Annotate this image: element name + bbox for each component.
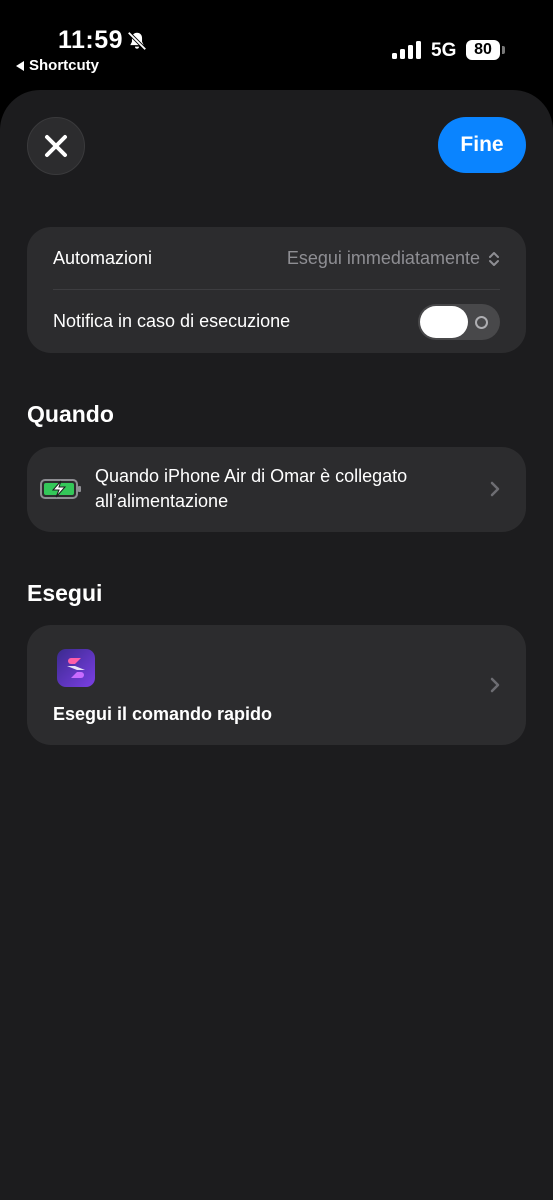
back-app-label: Shortcuty <box>29 57 100 74</box>
notify-toggle[interactable] <box>418 303 500 340</box>
automation-mode-label: Automazioni <box>53 248 153 268</box>
settings-card: Automazioni Esegui immediatamente Notifi… <box>27 227 526 353</box>
cellular-signal-icon <box>392 41 421 59</box>
silent-bell-icon <box>127 31 147 51</box>
chevron-right-icon <box>490 677 500 693</box>
status-time: 11:59 <box>58 26 124 54</box>
battery-indicator: 80 <box>466 40 500 60</box>
toggle-knob <box>420 305 468 338</box>
automation-mode-row[interactable]: Automazioni Esegui immediatamente <box>53 227 500 290</box>
action-label: Esegui il comando rapido <box>53 704 273 724</box>
automation-sheet: Fine Automazioni Esegui immediatamente N… <box>0 90 553 1200</box>
battery-charging-icon <box>40 479 81 499</box>
battery-level: 80 <box>474 41 492 58</box>
close-icon <box>45 135 67 157</box>
action-row[interactable]: Esegui il comando rapido <box>27 625 526 745</box>
when-section-title: Quando <box>27 401 114 427</box>
battery-tip <box>502 46 505 54</box>
network-type: 5G <box>431 40 457 61</box>
chevron-right-icon <box>490 481 500 497</box>
notify-label: Notifica in caso di esecuzione <box>53 311 291 331</box>
close-button[interactable] <box>27 117 85 175</box>
toggle-off-indicator-icon <box>475 315 488 329</box>
trigger-text: Quando iPhone Air di Omar è collegato al… <box>95 466 408 511</box>
back-arrow-icon <box>16 60 24 71</box>
notify-row: Notifica in caso di esecuzione <box>53 290 500 353</box>
done-button[interactable]: Fine <box>438 117 526 173</box>
chevron-up-down-icon <box>489 251 499 266</box>
back-to-app-link[interactable]: Shortcuty <box>16 57 99 74</box>
run-section-title: Esegui <box>27 580 103 606</box>
automation-mode-value: Esegui immediatamente <box>286 248 480 268</box>
automation-mode-select[interactable]: Esegui immediatamente <box>287 248 500 269</box>
shortcuts-app-icon <box>57 649 95 687</box>
trigger-row[interactable]: Quando iPhone Air di Omar è collegato al… <box>27 447 526 532</box>
status-bar: 11:59 Shortcuty 5G 80 <box>0 0 553 90</box>
